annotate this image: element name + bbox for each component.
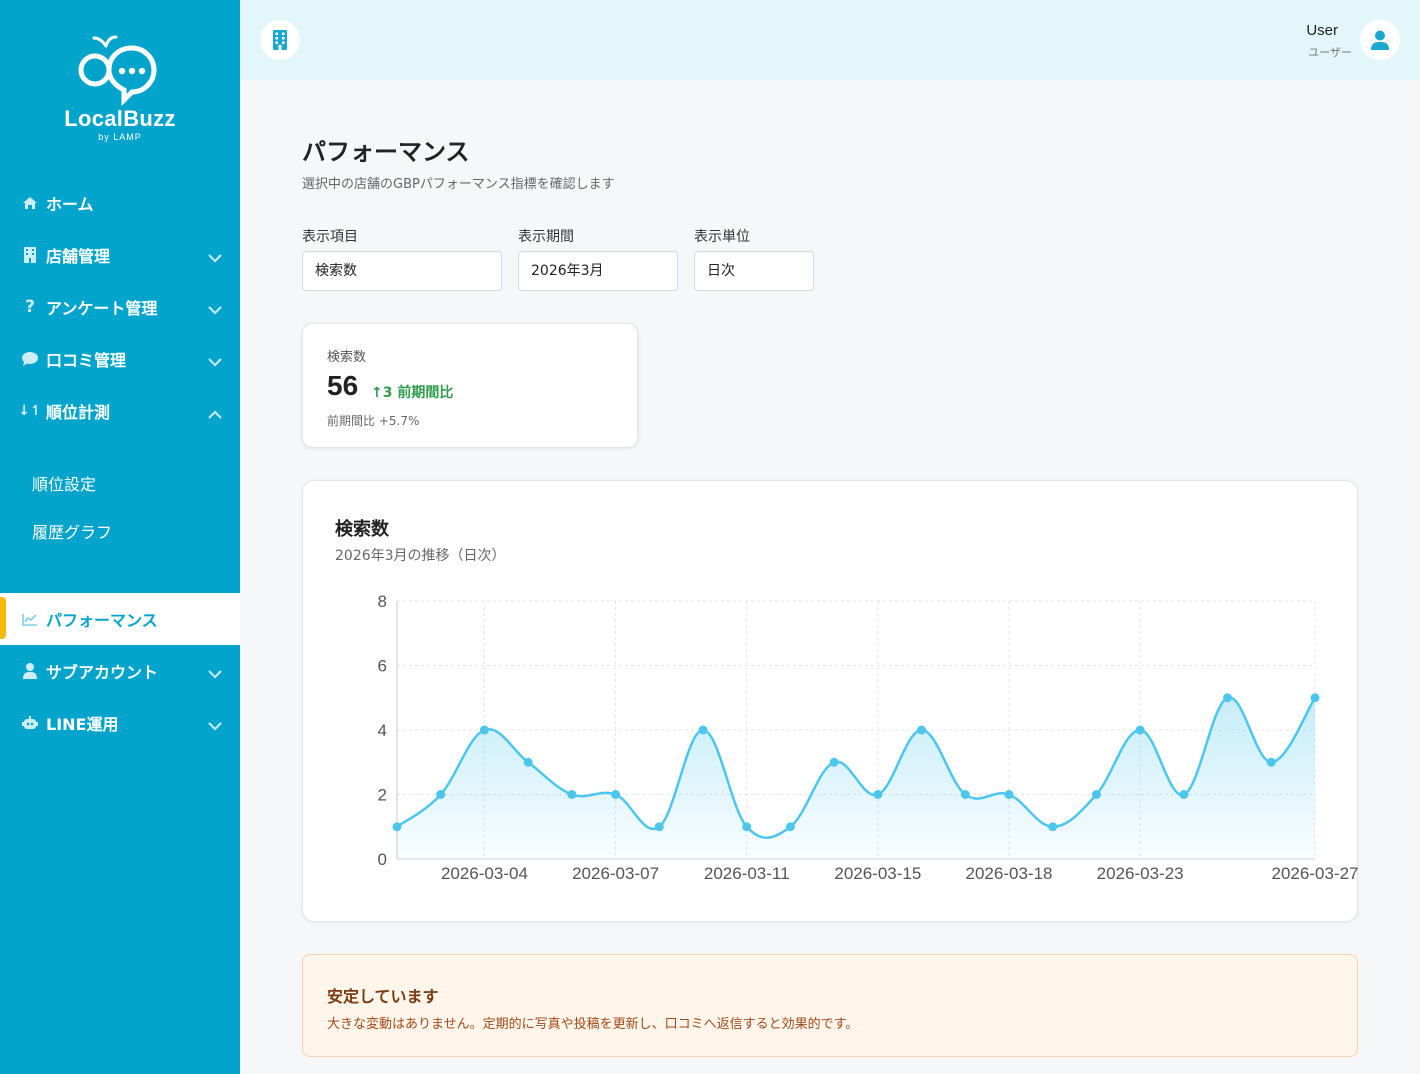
sort-icon: ↓↿ (18, 403, 42, 419)
chevron-down-icon (208, 300, 222, 319)
period-label: 表示期間 (518, 229, 574, 245)
search-count-chart: 0 2 4 6 8 2026-03-04 2026-03-07 2026-03-11 2026-… (378, 592, 1359, 883)
data-point (611, 790, 621, 799)
user-avatar-button[interactable] (1360, 20, 1400, 60)
x-tick-label: 2026-03-18 (966, 864, 1053, 883)
chevron-up-icon (208, 404, 222, 423)
sidebar-item-line[interactable]: LINE運用 (0, 697, 240, 749)
stat-value: 56 (327, 370, 359, 401)
data-point (829, 757, 839, 767)
logo[interactable]: LocalBuzz by LAMP (0, 34, 240, 154)
data-point (698, 725, 708, 735)
data-point (567, 790, 577, 799)
data-point (479, 725, 489, 735)
data-point (1048, 822, 1058, 832)
x-tick-label: 2026-03-23 (1097, 864, 1184, 883)
sidebar-item-label: 口コミ管理 (46, 351, 127, 370)
sidebar-item-home[interactable]: ホーム (0, 177, 240, 229)
page-title: パフォーマンス (302, 138, 470, 166)
comment-icon (22, 351, 38, 367)
sidebar-item-reviews[interactable]: 口コミ管理 (0, 333, 240, 385)
data-point (742, 822, 752, 832)
stat-note: 前期間比 +5.7% (327, 414, 420, 428)
data-point (1135, 725, 1145, 735)
metric-select[interactable]: 検索数 (302, 251, 502, 291)
sidebar-item-label: アンケート管理 (46, 299, 158, 318)
logo-mark-icon (78, 35, 157, 106)
sidebar-item-label: ホーム (46, 195, 94, 214)
y-tick-label: 6 (378, 657, 387, 676)
status-notice: 安定しています 大きな変動はありません。定期的に写真や投稿を更新し、口コミへ返信… (302, 954, 1358, 1057)
user-icon (22, 663, 38, 679)
y-tick-label: 0 (378, 850, 387, 869)
x-tick-label: 2026-03-04 (441, 864, 528, 883)
sidebar: LocalBuzz by LAMP ホーム 店舗管理 ? アンケート管理 口コミ… (0, 0, 240, 1074)
data-point (1223, 693, 1233, 703)
data-point (392, 822, 402, 832)
sidebar-item-performance[interactable]: パフォーマンス (0, 593, 240, 645)
data-point (960, 790, 970, 799)
sidebar-item-label: 順位計測 (46, 403, 111, 422)
building-icon (273, 30, 287, 50)
sidebar-item-ranking[interactable]: ↓↿ 順位計測 (0, 385, 240, 437)
home-icon (22, 195, 38, 211)
period-select[interactable]: 2026年3月 (518, 251, 678, 291)
store-select-button[interactable] (260, 20, 300, 60)
line-chart-icon (22, 611, 38, 627)
chevron-down-icon (208, 716, 222, 735)
chevron-down-icon (208, 352, 222, 371)
page-subtitle: 選択中の店舗のGBPパフォーマンス指標を確認します (302, 177, 615, 192)
data-point (1266, 757, 1276, 767)
x-tick-label: 2026-03-11 (704, 864, 790, 883)
question-icon: ? (25, 297, 35, 317)
sidebar-subitem-rank-settings[interactable]: 順位設定 (32, 471, 96, 495)
sidebar-item-surveys[interactable]: ? アンケート管理 (0, 281, 240, 333)
brand-name: LocalBuzz (64, 106, 176, 131)
stat-card: 検索数 56 ↑3 前期間比 前期間比 +5.7% (302, 323, 638, 448)
sidebar-item-label: パフォーマンス (46, 611, 158, 630)
data-point (1091, 790, 1101, 799)
data-point (1179, 790, 1189, 799)
robot-icon (22, 715, 38, 731)
notice-text: 大きな変動はありません。定期的に写真や投稿を更新し、口コミへ返信すると効果的です… (327, 1017, 859, 1032)
ranking-submenu: 順位設定 履歴グラフ (0, 437, 240, 593)
chart-card: 検索数 2026年3月の推移（日次） 0 2 4 6 8 2026-03-04 2026-0… (302, 480, 1358, 922)
sidebar-subitem-history-graph[interactable]: 履歴グラフ (32, 519, 112, 543)
data-point (873, 790, 883, 799)
sidebar-nav: ホーム 店舗管理 ? アンケート管理 口コミ管理 ↓↿ 順位計測 順位設定 履歴… (0, 177, 240, 749)
stat-delta: ↑3 前期間比 (371, 385, 454, 401)
sidebar-item-label: サブアカウント (46, 663, 159, 682)
x-tick-label: 2026-03-15 (834, 864, 921, 883)
stat-label: 検索数 (327, 350, 367, 365)
building-icon (22, 247, 38, 263)
data-point (785, 822, 795, 832)
sidebar-item-subaccounts[interactable]: サブアカウント (0, 645, 240, 697)
unit-select[interactable]: 日次 (694, 251, 814, 291)
data-point (523, 757, 533, 767)
sidebar-item-label: LINE運用 (46, 715, 119, 734)
user-name: User (1306, 22, 1338, 39)
y-tick-label: 2 (378, 786, 387, 805)
y-tick-label: 8 (378, 592, 387, 611)
x-tick-label: 2026-03-27 (1272, 864, 1359, 883)
user-role: ユーザー (1308, 46, 1352, 59)
unit-label: 表示単位 (694, 229, 750, 245)
data-point (436, 790, 446, 799)
user-icon (1371, 30, 1389, 50)
data-point (1004, 790, 1014, 799)
top-header: User ユーザー (240, 0, 1420, 80)
chevron-down-icon (208, 664, 222, 683)
notice-title: 安定しています (327, 987, 439, 1006)
chevron-down-icon (208, 248, 222, 267)
data-point (917, 725, 927, 735)
y-tick-label: 4 (378, 721, 387, 740)
metric-label: 表示項目 (302, 229, 358, 245)
sidebar-item-stores[interactable]: 店舗管理 (0, 229, 240, 281)
x-tick-label: 2026-03-07 (572, 864, 659, 883)
sidebar-item-label: 店舗管理 (46, 247, 111, 266)
data-point (1310, 693, 1320, 703)
brand-by: by LAMP (98, 132, 142, 142)
data-point (654, 822, 664, 832)
